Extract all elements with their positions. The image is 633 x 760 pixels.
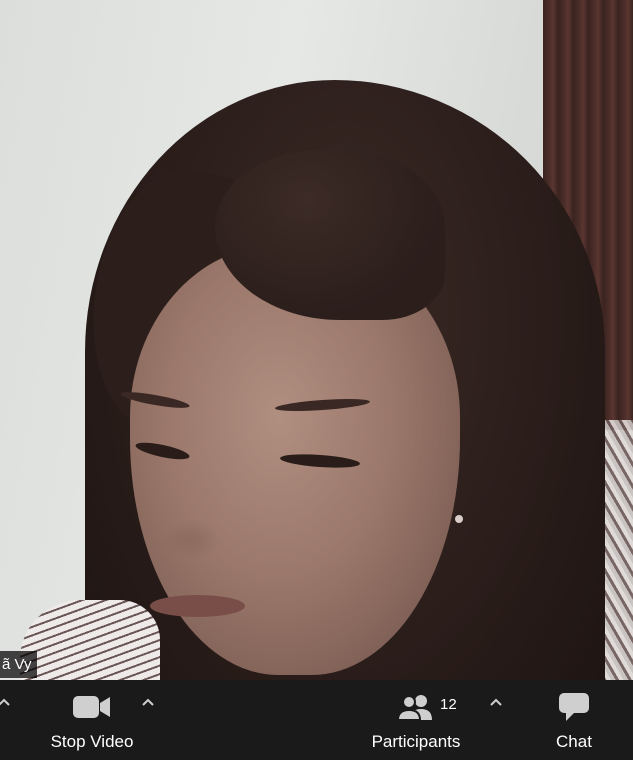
people-icon <box>397 692 435 722</box>
person-nose <box>160 520 220 560</box>
person-shirt <box>20 600 160 680</box>
participants-label: Participants <box>371 732 461 751</box>
person-mouth <box>150 595 245 617</box>
meeting-window: ã Vy Stop Video Participants 12 Chat <box>0 0 633 760</box>
speech-bubble-icon <box>558 692 590 722</box>
chevron-up-icon <box>0 698 10 706</box>
person-earring <box>455 515 463 523</box>
meeting-toolbar: Stop Video Participants 12 Chat <box>0 680 633 760</box>
participants-count: 12 <box>440 696 457 713</box>
video-options-caret[interactable] <box>140 694 156 710</box>
participant-name-label: ã Vy <box>0 651 38 678</box>
video-camera-icon <box>72 692 112 722</box>
chat-button[interactable]: Chat <box>542 680 606 760</box>
audio-options-caret[interactable] <box>0 694 12 710</box>
chat-label: Chat <box>556 732 592 751</box>
video-feed: ã Vy <box>0 0 633 680</box>
participants-button[interactable]: Participants <box>362 680 470 760</box>
stop-video-button[interactable]: Stop Video <box>40 680 144 760</box>
participants-options-caret[interactable] <box>488 694 504 710</box>
chevron-up-icon <box>142 698 154 706</box>
stop-video-label: Stop Video <box>50 732 134 751</box>
chevron-up-icon <box>490 698 502 706</box>
